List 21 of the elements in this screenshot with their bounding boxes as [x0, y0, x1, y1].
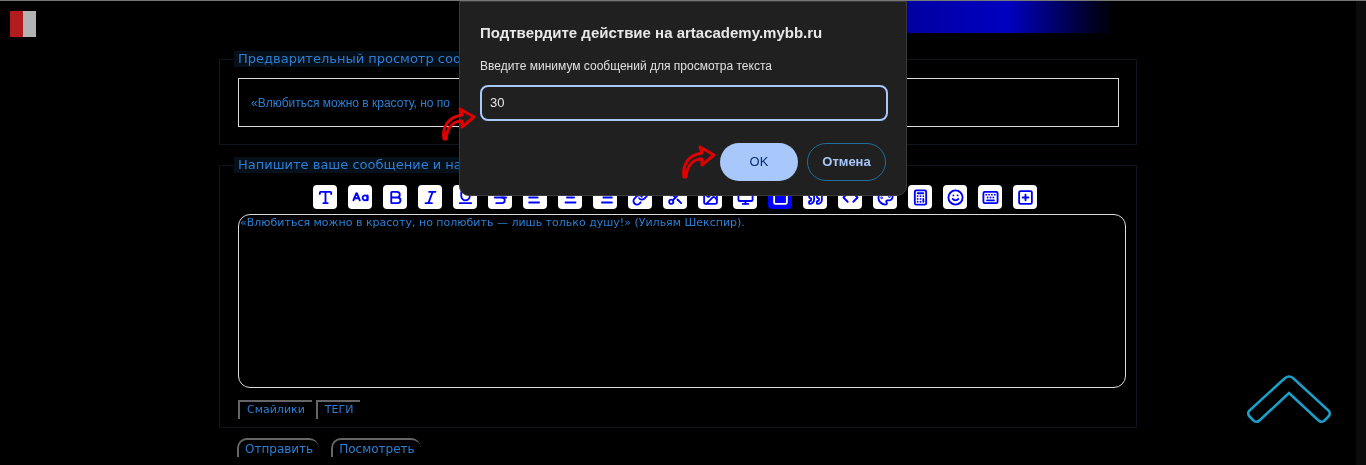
submit-button[interactable]: Отправить	[237, 438, 320, 457]
bold-icon[interactable]	[383, 185, 407, 209]
site-logo-icon[interactable]	[10, 11, 36, 37]
italic-icon[interactable]	[418, 185, 442, 209]
table-icon[interactable]	[908, 185, 932, 209]
editor-tab[interactable]: Смайлики	[238, 400, 312, 419]
scrollbar-track[interactable]	[1356, 1, 1366, 465]
keyboard-icon[interactable]	[978, 185, 1002, 209]
text-size-icon[interactable]	[348, 185, 372, 209]
ok-button[interactable]: OK	[720, 142, 798, 181]
editor-tab[interactable]: ТЕГИ	[315, 400, 361, 419]
dialog-title: Подтвердите действие на artacademy.mybb.ru	[480, 23, 824, 43]
font-icon[interactable]	[313, 185, 337, 209]
scroll-up-icon[interactable]	[1246, 375, 1332, 425]
smiley-icon[interactable]	[943, 185, 967, 209]
add-icon[interactable]	[1013, 185, 1037, 209]
input-field[interactable]: 30	[480, 84, 888, 121]
dialog-prompt: Введите минимум сообщений для просмотра текста	[480, 57, 773, 75]
preview-text: «Влюбиться можно в красоту, но по	[251, 94, 451, 112]
preview-button[interactable]: Посмотреть	[331, 438, 421, 457]
message-field[interactable]: «Влюбиться можно в красоту, но полюбить — лишь только душу!» (Уильям Шекспир).	[238, 214, 1126, 388]
